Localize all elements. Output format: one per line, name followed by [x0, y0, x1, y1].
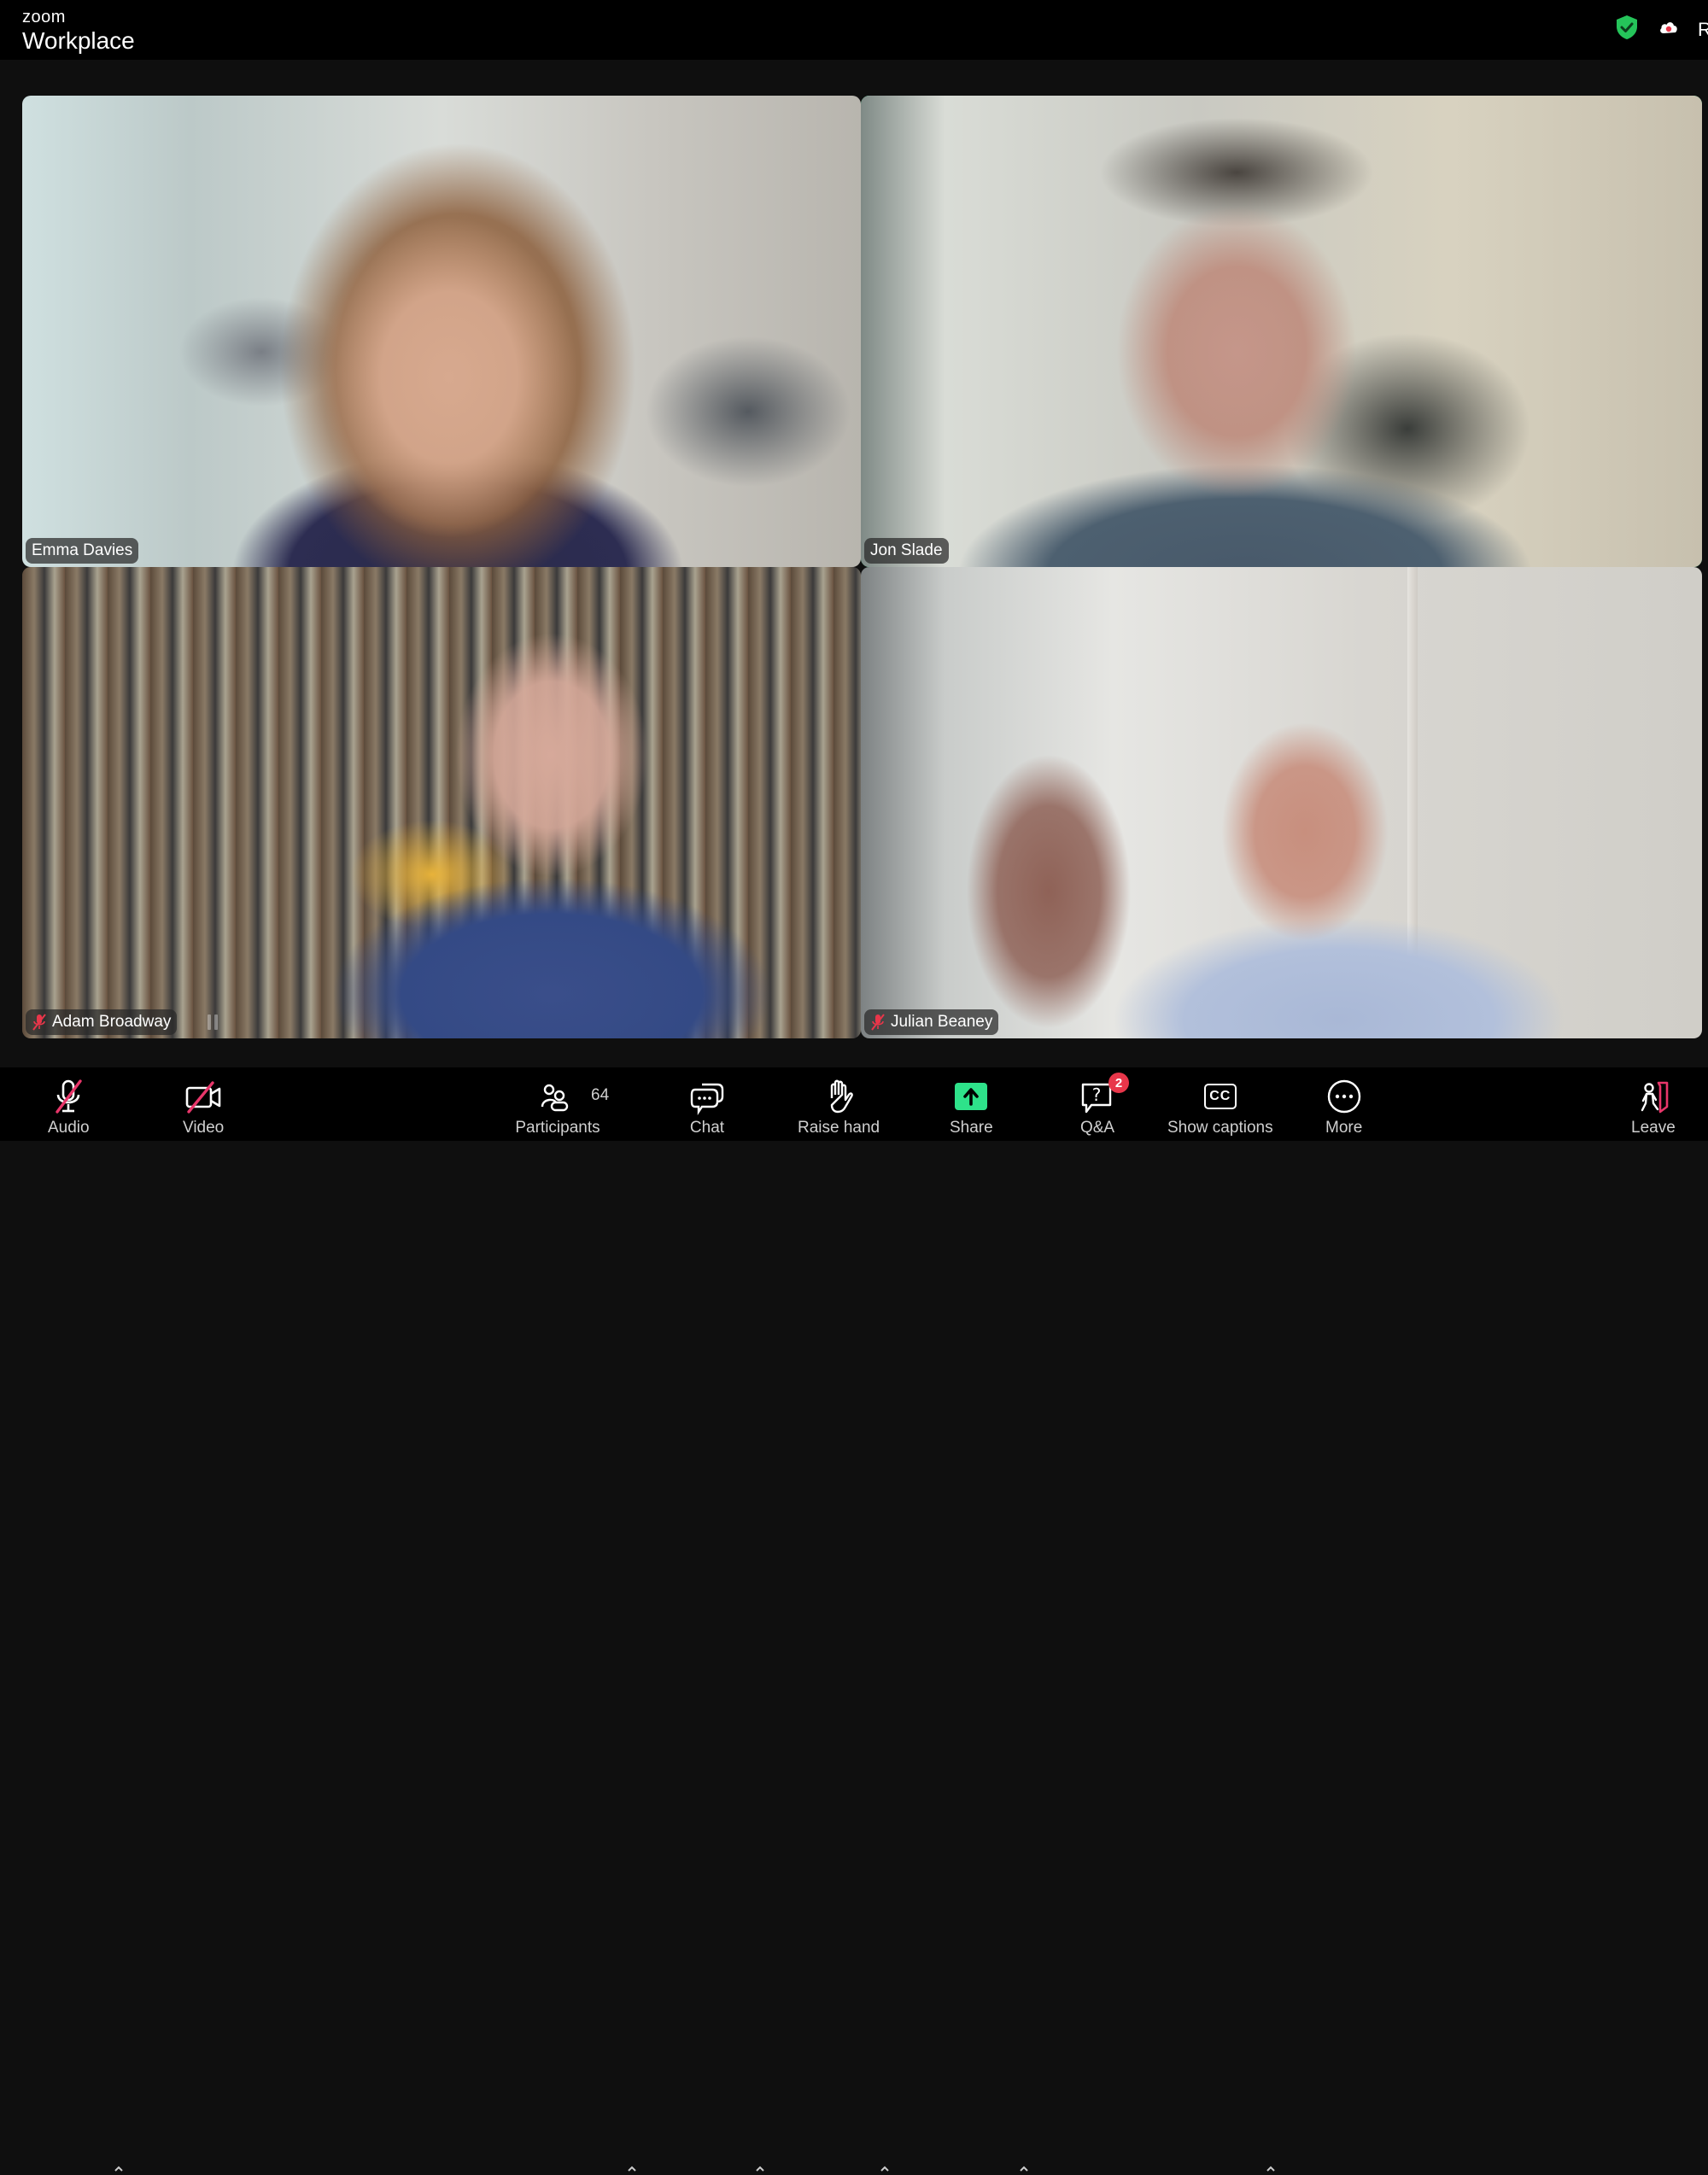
video-button[interactable]: Video	[183, 1078, 224, 1137]
cloud-recording-icon[interactable]	[1658, 20, 1679, 39]
participants-button[interactable]: 64 Participants	[511, 1078, 609, 1137]
qa-label: Q&A	[1079, 1119, 1115, 1137]
app-logo: zoom Workplace	[22, 9, 135, 53]
video-off-icon	[184, 1078, 223, 1115]
participant-name: Adam Broadway	[52, 1013, 172, 1031]
name-tag: Emma Davies	[26, 538, 139, 564]
more-button[interactable]: More	[1325, 1078, 1362, 1137]
mic-muted-icon	[871, 1014, 885, 1031]
show-captions-button[interactable]: CC Show captions	[1167, 1078, 1273, 1137]
raise-hand-options-chevron-up-icon[interactable]	[879, 2163, 891, 2175]
meeting-toolbar: Audio Video 64 Participants Chat Raise h…	[0, 1067, 1708, 2172]
mic-muted-icon	[32, 1014, 46, 1031]
gallery-view: Emma Davies Jon Slade Adam Broadway Juli…	[0, 60, 1708, 1067]
participant-video	[861, 96, 1702, 567]
participant-name: Julian Beaney	[891, 1013, 993, 1031]
video-tile-adam-broadway[interactable]: Adam Broadway	[22, 567, 861, 1038]
closed-captions-icon: CC	[1203, 1078, 1237, 1115]
qa-button[interactable]: ? 2 Q&A	[1079, 1073, 1129, 1137]
participant-name: Jon Slade	[870, 541, 943, 559]
participants-count: 64	[591, 1086, 610, 1104]
participants-options-chevron-up-icon[interactable]	[626, 2163, 638, 2175]
chat-icon	[688, 1078, 726, 1115]
name-tag: Jon Slade	[864, 538, 949, 564]
leave-meeting-icon	[1635, 1078, 1672, 1115]
audio-label: Audio	[48, 1119, 90, 1137]
share-screen-icon	[954, 1078, 988, 1115]
video-tile-emma-davies[interactable]: Emma Davies	[22, 96, 861, 567]
video-tile-julian-beaney[interactable]: Julian Beaney	[861, 567, 1702, 1038]
captions-label: Show captions	[1167, 1119, 1273, 1137]
qa-icon: ? 2	[1079, 1073, 1129, 1115]
share-button[interactable]: Share	[950, 1078, 993, 1137]
raise-hand-icon	[822, 1078, 856, 1115]
qa-badge: 2	[1108, 1073, 1129, 1093]
recording-label: R	[1698, 18, 1708, 40]
brand-workplace: Workplace	[22, 27, 135, 54]
raise-hand-button[interactable]: Raise hand	[798, 1078, 880, 1137]
more-ellipsis-icon	[1326, 1078, 1362, 1115]
svg-text:?: ?	[1092, 1085, 1102, 1105]
share-label: Share	[950, 1119, 993, 1137]
video-tile-jon-slade[interactable]: Jon Slade	[861, 96, 1702, 567]
security-shield-icon[interactable]	[1614, 14, 1640, 45]
leave-button[interactable]: Leave	[1631, 1078, 1676, 1137]
audio-button[interactable]: Audio	[48, 1078, 90, 1137]
video-label: Video	[183, 1119, 225, 1137]
participant-video	[861, 567, 1702, 1038]
participants-label: Participants	[515, 1119, 600, 1137]
cc-glyph: CC	[1203, 1084, 1237, 1109]
more-label: More	[1325, 1119, 1363, 1137]
name-tag: Julian Beaney	[864, 1009, 999, 1035]
chat-button[interactable]: Chat	[688, 1078, 726, 1137]
participant-video	[22, 567, 861, 1038]
participant-name: Emma Davies	[32, 541, 133, 559]
status-area: R	[1614, 14, 1708, 45]
participant-video	[22, 96, 861, 567]
chat-options-chevron-up-icon[interactable]	[754, 2163, 766, 2175]
participants-icon: 64	[511, 1078, 609, 1115]
captions-options-chevron-up-icon[interactable]	[1265, 2163, 1277, 2175]
share-options-chevron-up-icon[interactable]	[1018, 2163, 1030, 2175]
leave-label: Leave	[1631, 1119, 1676, 1137]
chat-label: Chat	[689, 1119, 725, 1137]
brand-zoom: zoom	[22, 8, 66, 26]
pause-icon	[202, 1011, 224, 1033]
mic-muted-icon	[51, 1078, 85, 1115]
name-tag: Adam Broadway	[26, 1009, 178, 1035]
raise-hand-label: Raise hand	[798, 1119, 880, 1137]
title-bar: zoom Workplace R	[0, 0, 1708, 60]
audio-options-chevron-up-icon[interactable]	[113, 2163, 125, 2175]
